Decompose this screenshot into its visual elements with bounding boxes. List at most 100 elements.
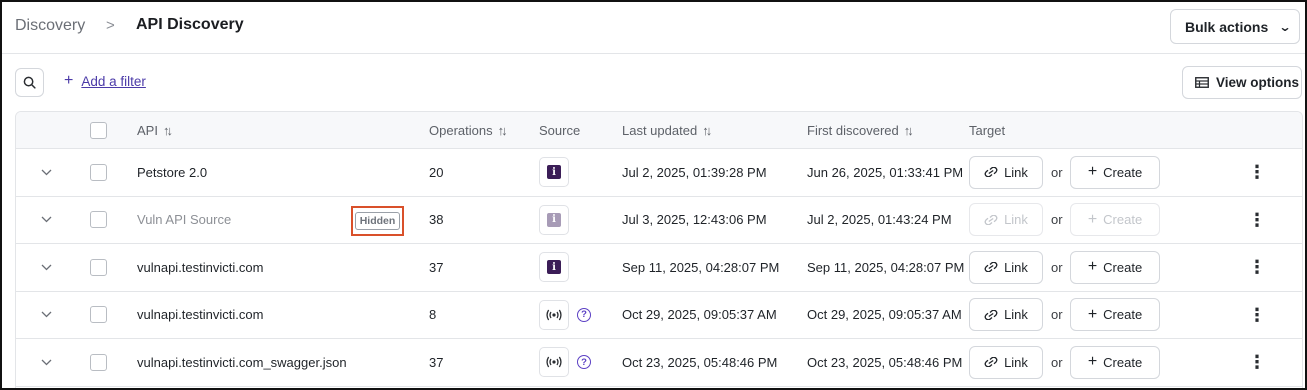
api-name[interactable]: vulnapi.testinvicti.com <box>137 292 263 339</box>
or-text: or <box>1051 164 1063 180</box>
operations-count: 38 <box>429 212 444 228</box>
create-button[interactable]: + Create <box>1070 250 1160 284</box>
sort-icon: ↑↓ <box>497 123 508 138</box>
sort-icon: ↑↓ <box>903 123 914 138</box>
breadcrumb-discovery[interactable]: Discovery <box>15 17 85 35</box>
info-icon: i <box>547 212 561 227</box>
last-updated: Jul 3, 2025, 12:43:06 PM <box>622 212 767 228</box>
source-cell: i <box>539 197 569 244</box>
or-text: or <box>1051 259 1063 275</box>
expand-row-chevron-icon[interactable] <box>38 149 54 196</box>
create-button-label: Create <box>1103 259 1143 275</box>
page-title: API Discovery <box>136 16 244 33</box>
link-button[interactable]: Link <box>969 345 1043 379</box>
last-updated: Oct 29, 2025, 09:05:37 AM <box>622 307 777 323</box>
first-discovered: Jun 26, 2025, 01:33:41 PM <box>807 164 964 180</box>
column-last-updated[interactable]: Last updated ↑↓ <box>622 123 712 138</box>
search-button[interactable] <box>15 68 44 97</box>
info-icon: i <box>547 165 561 180</box>
expand-row-chevron-icon[interactable] <box>38 339 54 386</box>
plus-icon: + <box>64 72 74 89</box>
help-icon[interactable]: ? <box>577 355 591 370</box>
expand-row-chevron-icon[interactable] <box>38 197 54 244</box>
first-discovered: Oct 29, 2025, 09:05:37 AM <box>807 307 962 323</box>
sort-icon: ↑↓ <box>162 123 173 138</box>
view-options-label: View options <box>1216 75 1300 90</box>
column-first-discovered-label: First discovered <box>807 123 899 138</box>
api-name[interactable]: vulnapi.testinvicti.com_swagger.json <box>137 339 347 386</box>
create-button-label: Create <box>1103 212 1143 228</box>
source-info-badge[interactable]: i <box>539 157 569 188</box>
table-row[interactable]: vulnapi.testinvicti.com 37 i Sep 11, 202… <box>16 244 1302 292</box>
link-button[interactable]: Link <box>969 250 1043 284</box>
broadcast-icon <box>546 309 562 321</box>
or-text: or <box>1051 212 1063 228</box>
more-vertical-icon[interactable]: ⋮ <box>1248 149 1266 196</box>
row-checkbox[interactable] <box>90 258 107 276</box>
operations-count: 37 <box>429 259 444 275</box>
sort-icon: ↑↓ <box>702 123 712 138</box>
link-icon <box>984 167 998 178</box>
add-filter-button[interactable]: + Add a filter <box>64 73 146 89</box>
row-checkbox[interactable] <box>90 211 107 229</box>
more-vertical-icon[interactable]: ⋮ <box>1248 339 1266 386</box>
source-info-badge[interactable]: i <box>539 204 569 235</box>
source-traffic-badge[interactable] <box>539 347 569 378</box>
link-button-label: Link <box>1004 259 1028 275</box>
search-icon <box>23 76 36 89</box>
create-button-label: Create <box>1103 354 1143 370</box>
plus-icon: + <box>1087 210 1098 228</box>
last-updated: Oct 23, 2025, 05:48:46 PM <box>622 354 778 370</box>
table-row[interactable]: vulnapi.testinvicti.com_swagger.json 37 … <box>16 339 1302 387</box>
row-checkbox[interactable] <box>90 163 107 181</box>
more-vertical-icon[interactable]: ⋮ <box>1248 197 1266 244</box>
or-text: or <box>1051 354 1063 370</box>
api-name[interactable]: Vuln API Source <box>137 197 231 244</box>
table-row[interactable]: vulnapi.testinvicti.com 8 ? Oct 29, 2025… <box>16 291 1302 339</box>
create-button[interactable]: + Create <box>1070 298 1160 332</box>
source-traffic-badge[interactable] <box>539 299 569 330</box>
link-button-label: Link <box>1004 212 1028 228</box>
expand-row-chevron-icon[interactable] <box>38 244 54 291</box>
source-cell: ? <box>539 292 591 339</box>
row-checkbox[interactable] <box>90 306 107 324</box>
api-name[interactable]: Petstore 2.0 <box>137 149 207 196</box>
link-icon <box>984 309 998 320</box>
api-table: API ↑↓ Operations ↑↓ Source Last updated… <box>15 111 1303 388</box>
link-icon <box>984 357 998 368</box>
first-discovered: Oct 23, 2025, 05:48:46 PM <box>807 354 963 370</box>
column-operations[interactable]: Operations ↑↓ <box>429 123 508 138</box>
hidden-badge-highlight: Hidden <box>351 205 404 236</box>
more-vertical-icon[interactable]: ⋮ <box>1248 292 1266 339</box>
create-button-label: Create <box>1103 307 1143 323</box>
plus-icon: + <box>1087 305 1098 323</box>
hidden-badge: Hidden <box>354 211 401 230</box>
create-button[interactable]: + Create <box>1070 203 1160 237</box>
bulk-actions-button[interactable]: Bulk actions ⌄ <box>1170 9 1300 44</box>
operations-count: 20 <box>429 164 444 180</box>
column-api[interactable]: API ↑↓ <box>137 123 173 138</box>
more-vertical-icon[interactable]: ⋮ <box>1248 244 1266 291</box>
create-button[interactable]: + Create <box>1070 345 1160 379</box>
broadcast-icon <box>546 356 562 368</box>
table-row[interactable]: Vuln API Source Hidden 38 i Jul 3, 2025,… <box>16 196 1302 244</box>
view-options-button[interactable]: View options <box>1182 66 1302 99</box>
first-discovered: Sep 11, 2025, 04:28:07 PM <box>807 259 965 275</box>
link-button[interactable]: Link <box>969 155 1043 189</box>
link-button[interactable]: Link <box>969 298 1043 332</box>
expand-row-chevron-icon[interactable] <box>38 292 54 339</box>
table-row[interactable]: Petstore 2.0 20 i Jul 2, 2025, 01:39:28 … <box>16 149 1302 197</box>
source-info-badge[interactable]: i <box>539 252 569 283</box>
column-operations-label: Operations <box>429 123 493 138</box>
link-button[interactable]: Link <box>969 203 1043 237</box>
help-icon[interactable]: ? <box>577 307 591 322</box>
select-all-checkbox[interactable] <box>90 122 107 139</box>
api-name[interactable]: vulnapi.testinvicti.com <box>137 244 263 291</box>
column-target-label: Target <box>969 123 1006 138</box>
column-first-discovered[interactable]: First discovered ↑↓ <box>807 123 914 138</box>
create-button[interactable]: + Create <box>1070 155 1160 189</box>
source-cell: i <box>539 149 569 196</box>
plus-icon: + <box>1087 353 1098 371</box>
row-checkbox[interactable] <box>90 353 107 371</box>
source-cell: i <box>539 244 569 291</box>
